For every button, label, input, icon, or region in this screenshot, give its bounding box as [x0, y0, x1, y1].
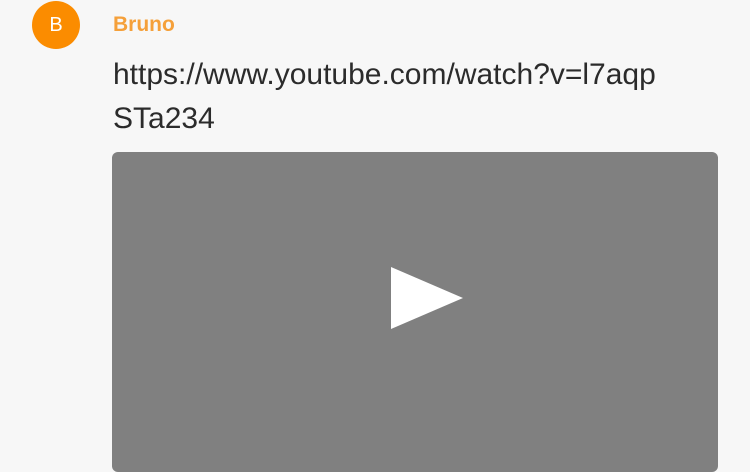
author-name[interactable]: Bruno: [113, 12, 175, 38]
play-icon[interactable]: [391, 267, 463, 329]
message-link[interactable]: https://www.youtube.com/watch?v=l7aqpSTa…: [113, 53, 673, 141]
avatar[interactable]: B: [32, 1, 80, 49]
video-embed[interactable]: [112, 152, 718, 472]
